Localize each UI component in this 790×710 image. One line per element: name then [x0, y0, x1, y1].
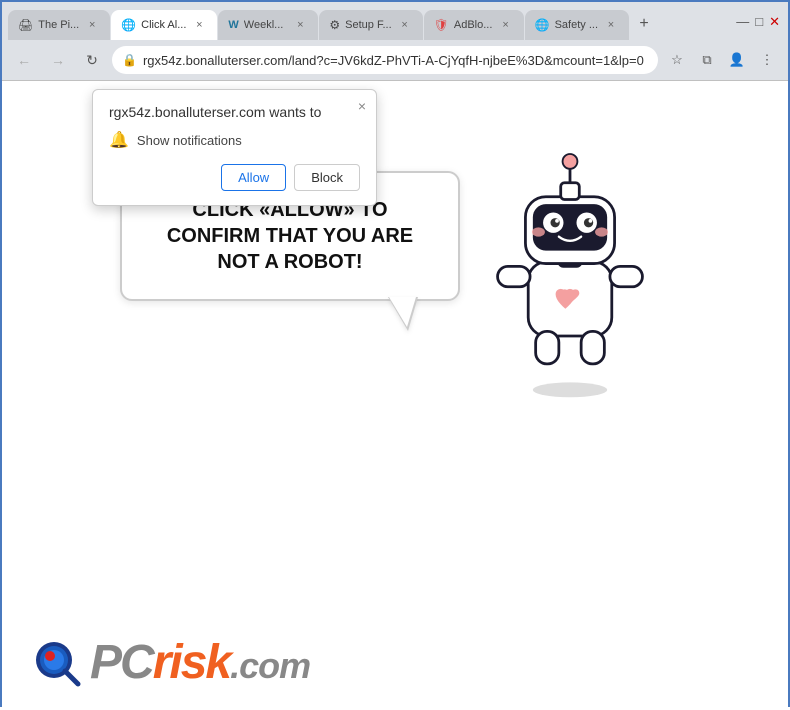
block-button[interactable]: Block	[294, 164, 360, 191]
logo-risk: risk	[153, 635, 230, 690]
maximize-button[interactable]: □	[755, 15, 763, 28]
back-button[interactable]: ←	[10, 46, 38, 74]
menu-button[interactable]: ⋮	[754, 47, 780, 73]
notification-popup: × rgx54z.bonalluterser.com wants to 🔔 Sh…	[92, 89, 377, 206]
bell-icon: 🔔	[109, 130, 129, 150]
popup-notification-row: 🔔 Show notifications	[109, 130, 360, 150]
allow-button[interactable]: Allow	[221, 164, 286, 191]
profile-button[interactable]: 👤	[724, 47, 750, 73]
tab-1-label: The Pi...	[38, 19, 79, 31]
new-tab-button[interactable]: +	[630, 10, 658, 38]
page-content: × rgx54z.bonalluterser.com wants to 🔔 Sh…	[2, 81, 788, 710]
address-bar: ← → ↻ 🔒 rgx54z.bonalluterser.com/land?c=…	[2, 40, 788, 80]
speech-bubble-text: CLICK «ALLOW» TO CONFIRM THAT YOU ARE NO…	[150, 197, 430, 275]
address-text: rgx54z.bonalluterser.com/land?c=JV6kdZ-P…	[143, 53, 648, 68]
address-input-wrapper[interactable]: 🔒 rgx54z.bonalluterser.com/land?c=JV6kdZ…	[112, 46, 658, 74]
tab-4-close[interactable]: ×	[397, 17, 413, 33]
address-actions: ☆ ⧉ 👤 ⋮	[664, 47, 780, 73]
popup-notification-text: Show notifications	[137, 133, 242, 148]
tab-4[interactable]: ⚙ Setup F... ×	[319, 10, 422, 40]
tab-5-label: AdBlo...	[454, 19, 493, 31]
lock-icon: 🔒	[122, 53, 137, 67]
tab-1[interactable]: 🖨 The Pi... ×	[8, 10, 110, 40]
minimize-button[interactable]: —	[736, 15, 749, 28]
forward-button[interactable]: →	[44, 46, 72, 74]
tab-6-close[interactable]: ×	[603, 17, 619, 33]
popup-title: rgx54z.bonalluterser.com wants to	[109, 104, 360, 120]
tab-2-label: Click Al...	[141, 19, 186, 31]
tab-6-icon: 🌐	[535, 18, 550, 32]
tab-2-close[interactable]: ×	[191, 17, 207, 33]
tab-3[interactable]: W Weekl... ×	[218, 10, 318, 40]
logo-dotcom: .com	[230, 645, 310, 687]
tab-2-icon: 🌐	[121, 18, 136, 32]
tab-bar: 🖨 The Pi... × 🌐 Click Al... × W Weekl...…	[2, 2, 788, 40]
tab-1-close[interactable]: ×	[84, 17, 100, 33]
tab-5-icon: 🛡	[434, 18, 449, 32]
window-controls: — □ ✕	[728, 2, 788, 40]
refresh-button[interactable]: ↻	[78, 46, 106, 74]
close-window-button[interactable]: ✕	[769, 15, 780, 28]
tab-3-close[interactable]: ×	[292, 17, 308, 33]
tabs-container: 🖨 The Pi... × 🌐 Click Al... × W Weekl...…	[2, 2, 728, 40]
bookmark-button[interactable]: ☆	[664, 47, 690, 73]
logo-pc: PC	[90, 635, 153, 690]
tab-3-label: Weekl...	[244, 19, 288, 31]
tab-2[interactable]: 🌐 Click Al... ×	[111, 10, 217, 40]
tab-1-icon: 🖨	[18, 18, 33, 32]
browser-chrome: 🖨 The Pi... × 🌐 Click Al... × W Weekl...…	[2, 2, 788, 81]
robot-illustration	[470, 141, 670, 401]
tab-5-close[interactable]: ×	[498, 17, 514, 33]
tab-6-label: Safety ...	[555, 19, 598, 31]
tab-4-label: Setup F...	[345, 19, 391, 31]
popup-close-button[interactable]: ×	[358, 98, 366, 114]
footer-logo: PC risk .com	[32, 635, 310, 690]
popup-buttons: Allow Block	[109, 164, 360, 191]
magnifier-icon	[32, 638, 82, 688]
robot-wrapper	[470, 141, 670, 406]
logo-text: PC risk .com	[90, 635, 310, 690]
tab-5[interactable]: 🛡 AdBlo... ×	[424, 10, 524, 40]
tab-6[interactable]: 🌐 Safety ... ×	[525, 10, 629, 40]
split-view-button[interactable]: ⧉	[694, 47, 720, 73]
tab-4-icon: ⚙	[329, 18, 340, 32]
tab-3-icon: W	[228, 19, 238, 31]
